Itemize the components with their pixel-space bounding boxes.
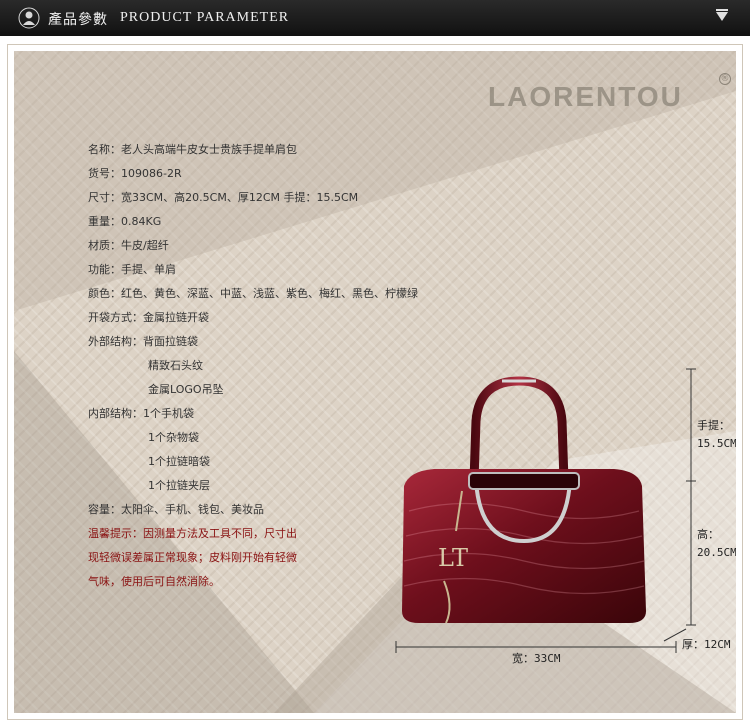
handle-value: 15.5CM — [697, 437, 736, 450]
width-value: 宽：33CM — [512, 652, 561, 665]
depth-value: 厚：12CM — [682, 638, 731, 651]
header-title-cn: 產品參數 — [48, 12, 108, 28]
collapse-bar-icon — [716, 9, 728, 11]
header-title-en: PRODUCT PARAMETER — [120, 10, 290, 25]
handle-label: 手提： — [697, 419, 730, 432]
height-value: 20.5CM — [697, 546, 736, 559]
chevron-down-icon[interactable] — [716, 12, 728, 21]
bust-logo-icon — [18, 7, 40, 29]
dimension-lines — [395, 368, 696, 653]
content-frame: LAORENTOU ® 名称：老人头高端牛皮女士贵族手提单肩包 货号：10908… — [7, 44, 743, 720]
height-label: 高： — [697, 528, 719, 541]
product-panel: LAORENTOU ® 名称：老人头高端牛皮女士贵族手提单肩包 货号：10908… — [14, 51, 736, 713]
section-header: 產品參數 PRODUCT PARAMETER — [0, 0, 750, 36]
